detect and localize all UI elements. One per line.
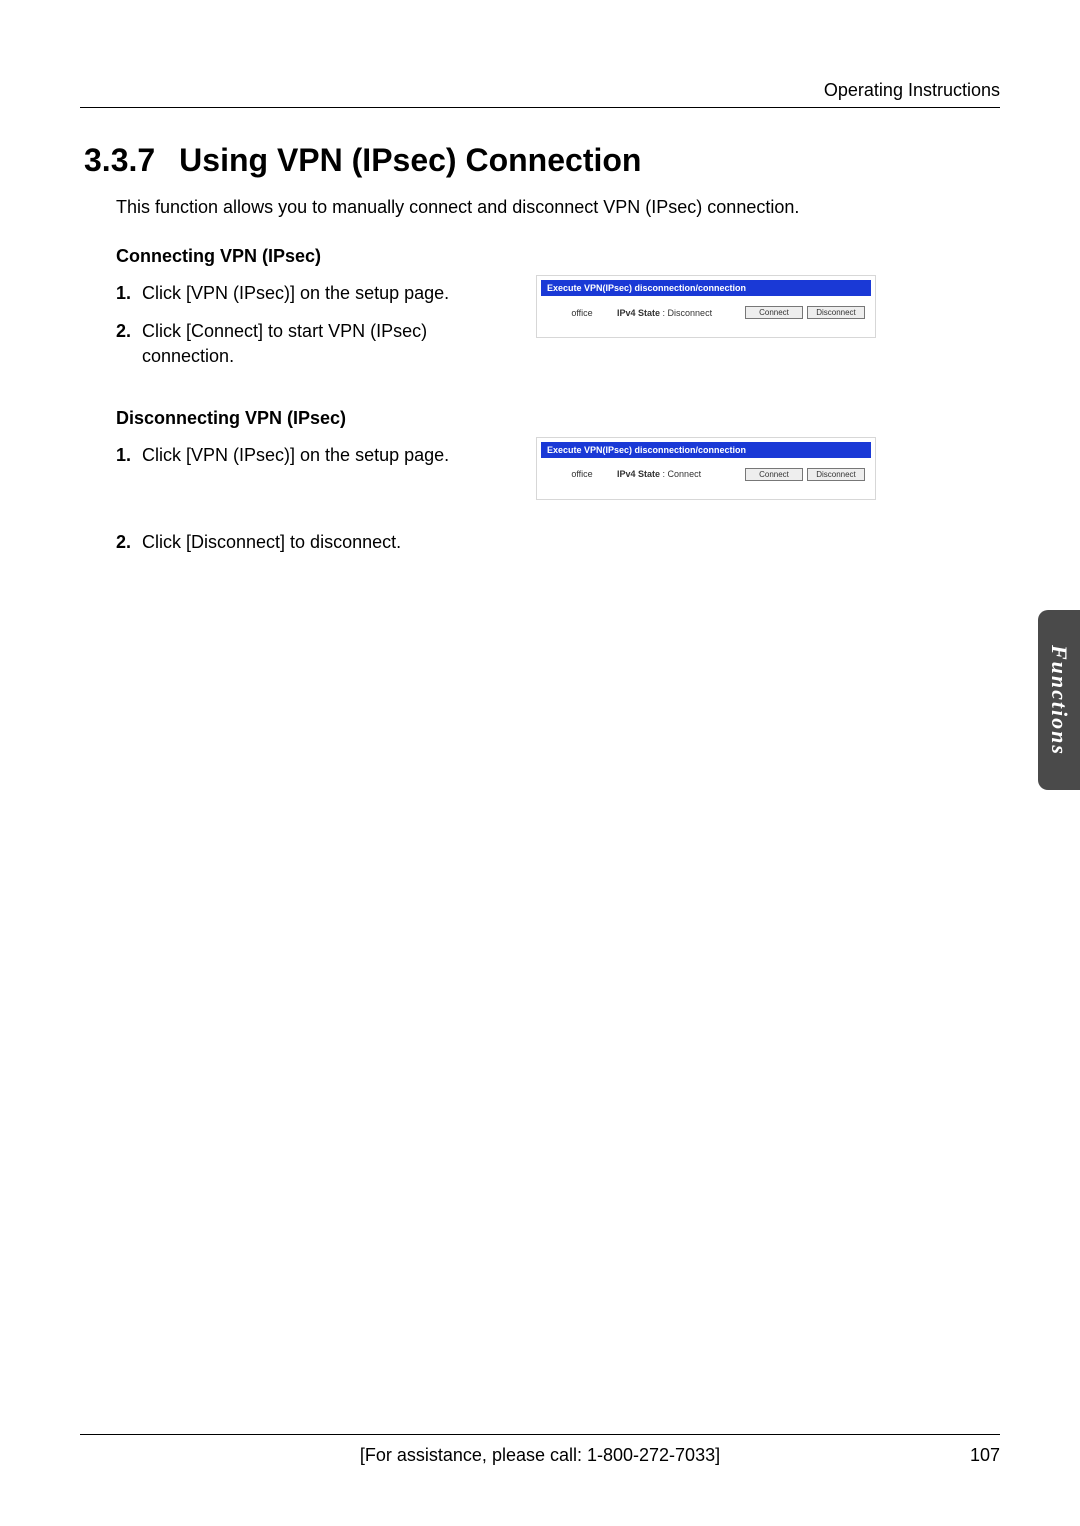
connection-name: office <box>547 308 617 318</box>
step-text: Click [Disconnect] to disconnect. <box>142 530 1000 554</box>
step-text: Click [Connect] to start VPN (IPsec) con… <box>142 319 516 368</box>
step-number: 1. <box>116 443 142 467</box>
disconnect-button[interactable]: Disconnect <box>807 306 865 319</box>
disconnecting-step2-block: 2. Click [Disconnect] to disconnect. <box>116 530 1000 554</box>
section-heading-text: Using VPN (IPsec) Connection <box>179 142 641 178</box>
running-head: Operating Instructions <box>80 80 1000 108</box>
list-item: 2. Click [Connect] to start VPN (IPsec) … <box>116 319 516 368</box>
section-number: 3.3.7 <box>84 142 155 179</box>
panel-title-bar: Execute VPN(IPsec) disconnection/connect… <box>541 442 871 458</box>
connecting-subheading: Connecting VPN (IPsec) <box>116 246 1000 267</box>
panel-title-bar: Execute VPN(IPsec) disconnection/connect… <box>541 280 871 296</box>
disconnecting-screenshot: Execute VPN(IPsec) disconnection/connect… <box>536 437 876 500</box>
footer-assist-text: [For assistance, please call: 1-800-272-… <box>80 1445 1000 1466</box>
connection-name: office <box>547 469 617 479</box>
ui-panel: Execute VPN(IPsec) disconnection/connect… <box>536 275 876 338</box>
document-page: Operating Instructions 3.3.7 Using VPN (I… <box>0 0 1080 1526</box>
disconnecting-block: 1. Click [VPN (IPsec)] on the setup page… <box>80 443 1000 500</box>
state-label: IPv4 State <box>617 308 660 318</box>
state-label: IPv4 State <box>617 469 660 479</box>
step-text: Click [VPN (IPsec)] on the setup page. <box>142 281 516 305</box>
connecting-screenshot: Execute VPN(IPsec) disconnection/connect… <box>536 275 876 338</box>
step-text: Click [VPN (IPsec)] on the setup page. <box>142 443 516 467</box>
step-number: 2. <box>116 530 142 554</box>
connect-button[interactable]: Connect <box>745 306 803 319</box>
panel-row: office IPv4 State : Disconnect Connect D… <box>541 296 871 333</box>
page-number: 107 <box>970 1445 1000 1466</box>
disconnecting-subheading: Disconnecting VPN (IPsec) <box>116 408 1000 429</box>
state-value: Disconnect <box>668 308 713 318</box>
connection-state: IPv4 State : Disconnect <box>617 308 741 318</box>
section-title: 3.3.7 Using VPN (IPsec) Connection <box>84 142 1000 179</box>
connection-state: IPv4 State : Connect <box>617 469 741 479</box>
connecting-steps: 1. Click [VPN (IPsec)] on the setup page… <box>116 281 516 382</box>
side-tab-label: Functions <box>1046 645 1072 756</box>
page-footer: [For assistance, please call: 1-800-272-… <box>80 1434 1000 1466</box>
connecting-block: 1. Click [VPN (IPsec)] on the setup page… <box>80 281 1000 382</box>
connect-button[interactable]: Connect <box>745 468 803 481</box>
list-item: 1. Click [VPN (IPsec)] on the setup page… <box>116 281 516 305</box>
disconnect-button[interactable]: Disconnect <box>807 468 865 481</box>
disconnecting-steps: 1. Click [VPN (IPsec)] on the setup page… <box>116 443 516 481</box>
step-number: 2. <box>116 319 142 368</box>
step-number: 1. <box>116 281 142 305</box>
state-value: Connect <box>668 469 702 479</box>
list-item: 1. Click [VPN (IPsec)] on the setup page… <box>116 443 516 467</box>
list-item: 2. Click [Disconnect] to disconnect. <box>116 530 1000 554</box>
panel-row: office IPv4 State : Connect Connect Disc… <box>541 458 871 495</box>
side-tab: Functions <box>1038 610 1080 790</box>
section-intro: This function allows you to manually con… <box>116 197 1000 218</box>
ui-panel: Execute VPN(IPsec) disconnection/connect… <box>536 437 876 500</box>
